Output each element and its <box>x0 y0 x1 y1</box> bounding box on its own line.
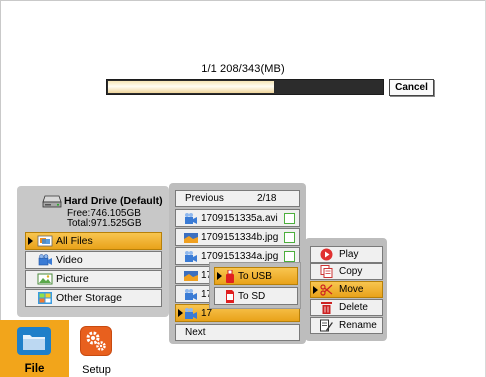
file-row[interactable]: 1709151335a.avi <box>175 209 300 227</box>
copy-icon <box>320 265 333 278</box>
file-list-header: Previous 2/18 <box>175 190 300 207</box>
page-indicator: 2/18 <box>257 193 277 204</box>
action-copy[interactable]: Copy <box>310 263 383 280</box>
screen: 1/1 208/343(MB) Cancel Hard Drive (Defau… <box>0 0 486 377</box>
file-checkbox[interactable] <box>284 251 295 262</box>
storage-item-label: All Files <box>56 235 93 247</box>
video-file-icon <box>184 307 198 320</box>
all-files-icon <box>37 235 53 247</box>
file-name: 1709151334a.jpg <box>201 250 279 262</box>
target-label: To SD <box>238 290 266 302</box>
video-file-icon <box>184 250 198 263</box>
tab-file[interactable]: File <box>0 320 69 377</box>
rename-icon <box>320 319 333 332</box>
picture-file-icon <box>184 269 198 282</box>
file-name: 17 <box>201 307 213 319</box>
frame-border <box>0 0 486 1</box>
selection-arrow-icon <box>28 237 33 245</box>
target-label: To USB <box>238 270 272 282</box>
tab-setup-label: Setup <box>82 364 111 376</box>
file-name: 1709151335a.avi <box>201 212 278 224</box>
next-page-button[interactable]: Next <box>175 324 300 341</box>
progress-text: 1/1 208/343(MB) <box>201 63 285 75</box>
action-delete[interactable]: Delete <box>310 299 383 316</box>
picture-file-icon <box>184 231 198 244</box>
sd-card-icon <box>225 289 235 303</box>
storage-item-video[interactable]: Video <box>25 251 162 269</box>
selection-arrow-icon <box>178 309 183 317</box>
action-move[interactable]: Move <box>310 281 383 298</box>
tab-setup[interactable]: Setup <box>69 320 124 377</box>
move-target-popup: To USB To SD <box>209 262 301 309</box>
action-label: Move <box>339 284 364 295</box>
play-icon <box>320 248 333 261</box>
file-checkbox[interactable] <box>284 213 295 224</box>
trash-icon <box>320 301 333 314</box>
folder-icon <box>17 327 51 355</box>
target-usb[interactable]: To USB <box>214 267 298 285</box>
file-name: 1709151334b.jpg <box>201 231 279 243</box>
selection-arrow-icon <box>313 286 318 294</box>
scissors-icon <box>320 283 333 296</box>
file-checkbox[interactable] <box>284 232 295 243</box>
other-storage-icon <box>37 292 53 304</box>
usb-icon <box>225 269 235 283</box>
drive-name: Hard Drive (Default) <box>64 195 163 207</box>
storage-item-label: Other Storage <box>56 292 122 304</box>
progress-bar <box>106 79 384 95</box>
video-icon <box>37 254 53 266</box>
storage-item-label: Picture <box>56 273 89 285</box>
storage-list: All Files Video Picture Other Storage <box>25 232 162 308</box>
action-rename[interactable]: Rename <box>310 317 383 334</box>
action-label: Play <box>339 249 359 260</box>
selection-arrow-icon <box>217 272 222 280</box>
storage-item-label: Video <box>56 254 83 266</box>
progress-bar-fill <box>108 81 274 93</box>
video-file-icon <box>184 288 198 301</box>
action-label: Copy <box>339 266 363 277</box>
gear-icon <box>80 326 112 356</box>
picture-icon <box>37 273 53 285</box>
tab-file-label: File <box>24 363 45 375</box>
storage-item-all-files[interactable]: All Files <box>25 232 162 250</box>
storage-item-picture[interactable]: Picture <box>25 270 162 288</box>
storage-panel: Hard Drive (Default) Free:746.105GB Tota… <box>17 186 169 317</box>
file-row[interactable]: 1709151334b.jpg <box>175 228 300 246</box>
action-menu: Play Copy Move Delete Rename <box>305 238 387 341</box>
video-file-icon <box>184 212 198 225</box>
cancel-button[interactable]: Cancel <box>389 79 434 96</box>
action-label: Rename <box>339 320 377 331</box>
total-space: Total:971.525GB <box>67 218 142 229</box>
action-play[interactable]: Play <box>310 246 383 263</box>
action-label: Delete <box>339 302 368 313</box>
hard-drive-icon <box>42 195 62 208</box>
previous-page-button[interactable]: Previous <box>185 191 224 206</box>
storage-item-other-storage[interactable]: Other Storage <box>25 289 162 307</box>
target-sd[interactable]: To SD <box>214 287 298 305</box>
drive-header: Hard Drive (Default) <box>42 193 163 209</box>
